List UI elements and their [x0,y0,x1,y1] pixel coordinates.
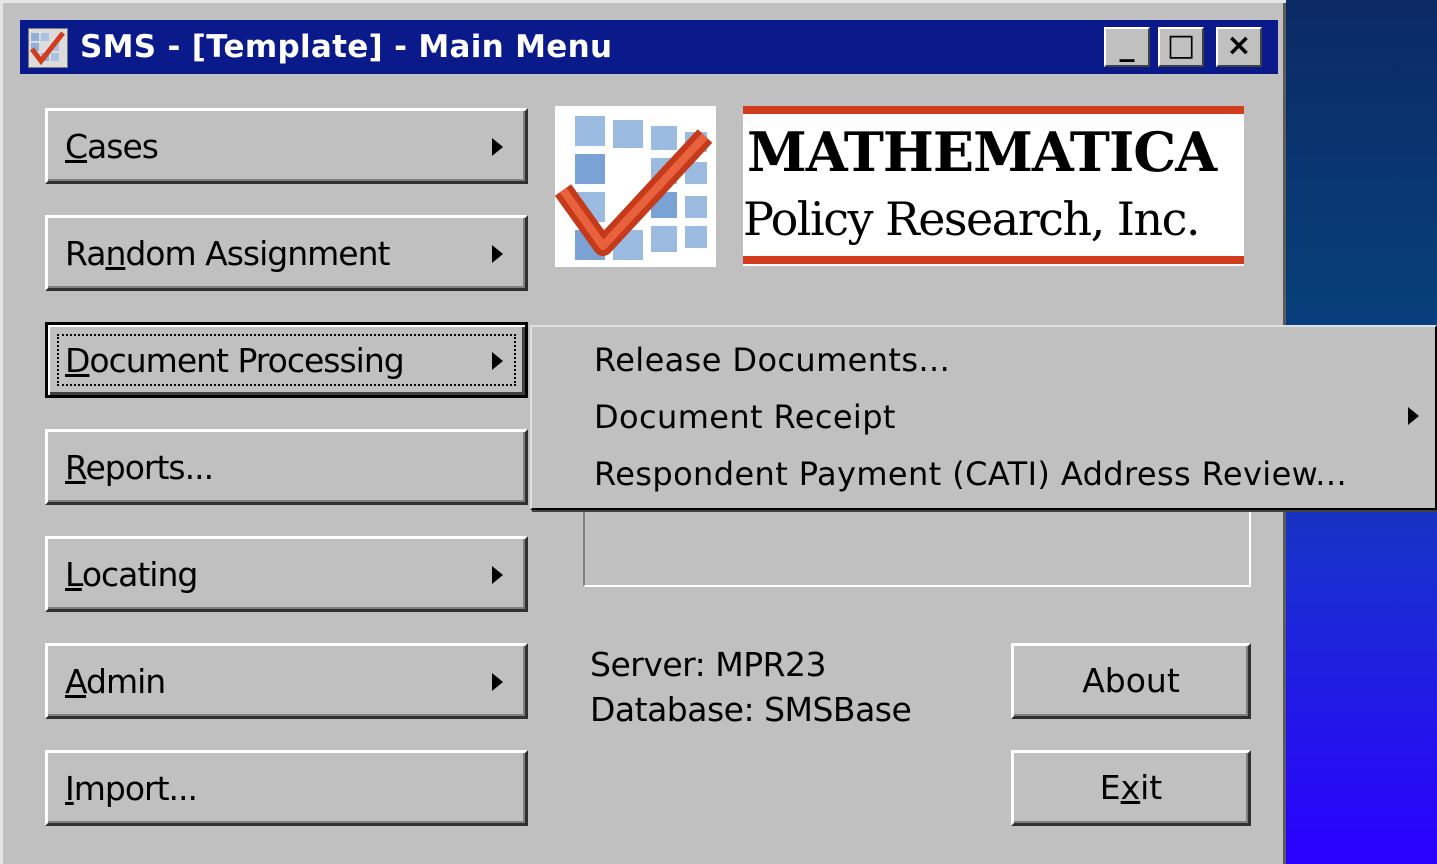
import-button-label: Import... [65,769,198,808]
logo-bottom-rule [743,256,1244,264]
app-checkmark-icon [28,28,68,68]
menu-item-release-documents[interactable]: Release Documents... [594,341,950,379]
mathematica-checkmark-logo-icon [554,106,716,267]
logo-company-name: MATHEMATICA [747,120,1217,184]
logo-top-rule [743,106,1244,114]
submenu-arrow-icon [492,245,503,263]
document-processing-button-label: Document Processing [65,341,405,380]
title-bar[interactable]: SMS - [Template] - Main Menu _ □ × [20,20,1278,74]
submenu-arrow-icon [492,673,503,691]
admin-button-label: Admin [65,662,166,701]
import-button[interactable]: Import... [45,750,528,826]
menu-item-respondent-payment-address-review[interactable]: Respondent Payment (CATI) Address Review… [594,455,1347,493]
locating-button-label: Locating [65,555,198,594]
reports-button[interactable]: Reports... [45,429,528,505]
exit-button[interactable]: Exit [1011,750,1251,826]
minimize-button[interactable]: _ [1104,27,1150,67]
random-assignment-button-label: Random Assignment [65,234,390,273]
cases-button[interactable]: Cases [45,108,528,184]
submenu-arrow-icon [492,138,503,156]
locating-button[interactable]: Locating [45,536,528,612]
document-processing-submenu: Release Documents... Document Receipt Re… [530,325,1437,510]
reports-button-label: Reports... [65,448,214,487]
server-label: Server: MPR23 [590,645,827,684]
admin-button[interactable]: Admin [45,643,528,719]
submenu-arrow-icon [492,566,503,584]
status-group-box [583,508,1251,587]
logo-tagline: Policy Research, Inc. [743,192,1201,246]
menu-item-document-receipt[interactable]: Document Receipt [594,398,896,436]
mathematica-wordmark-logo: MATHEMATICA Policy Research, Inc. [743,106,1244,266]
window-title: SMS - [Template] - Main Menu [80,29,613,65]
random-assignment-button[interactable]: Random Assignment [45,215,528,291]
submenu-arrow-icon [1408,407,1419,425]
submenu-arrow-icon [492,352,503,370]
database-label: Database: SMSBase [590,690,912,729]
maximize-button[interactable]: □ [1158,27,1204,67]
document-processing-button[interactable]: Document Processing [45,322,528,398]
cases-button-label: Cases [65,127,159,166]
close-button[interactable]: × [1216,27,1262,67]
about-button[interactable]: About [1011,643,1251,719]
